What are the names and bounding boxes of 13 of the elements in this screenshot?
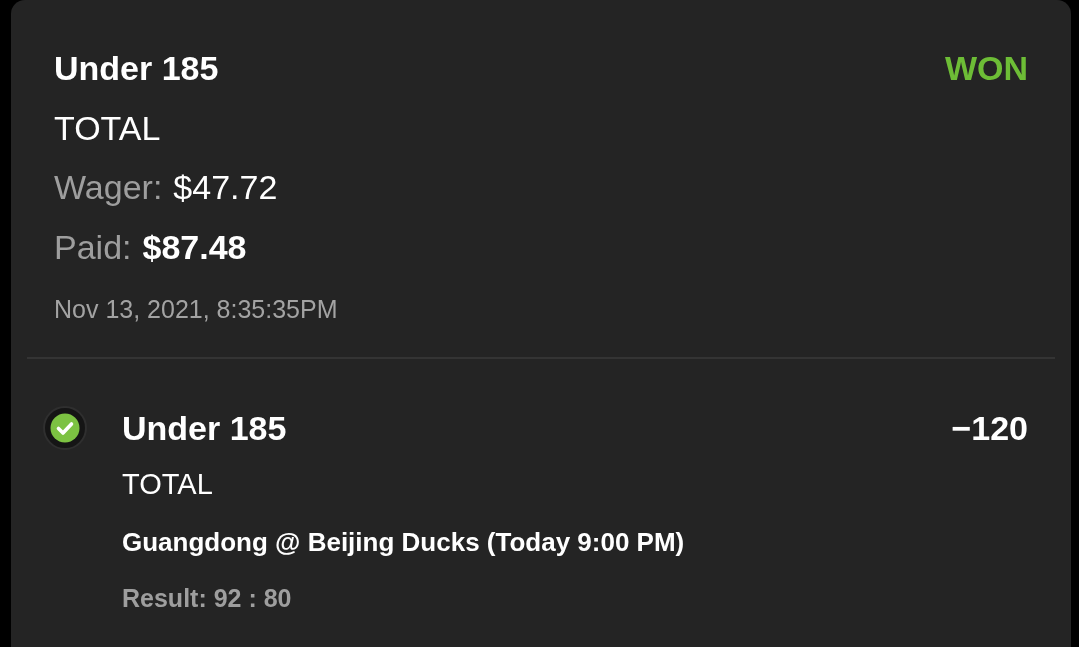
bet-timestamp: Nov 13, 2021, 8:35:35PM [54,295,338,323]
leg-selection: Under 185 [122,408,287,448]
leg-odds: −120 [951,408,1028,448]
leg-market: TOTAL [122,468,213,500]
wager-label: Wager: [54,167,163,207]
paid-amount: $87.48 [142,227,247,267]
result-score: Result: 92 : 80 [122,584,292,612]
bet-selection: Under 185 [54,48,219,88]
paid-label: Paid: [54,227,132,267]
bet-market: TOTAL [54,109,161,147]
wager-amount: $47.72 [173,167,278,207]
event-name: Guangdong @ Beijing Ducks (Today 9:00 PM) [122,527,685,557]
bet-status: WON [944,48,1028,88]
